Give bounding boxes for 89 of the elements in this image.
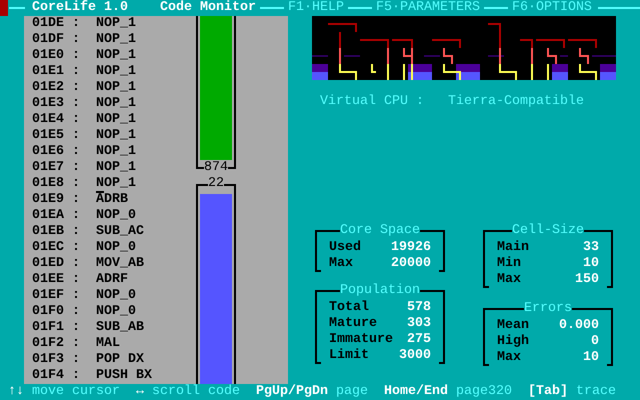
- stat-value: 19926: [391, 240, 431, 256]
- code-address: 01ED :: [32, 256, 81, 272]
- stat-label: Max: [329, 256, 353, 272]
- code-instruction[interactable]: ADRB: [96, 192, 128, 208]
- stat-label: Mature: [329, 316, 377, 332]
- key-hint: PgUp/PgDn: [256, 384, 328, 400]
- code-instruction[interactable]: NOP_1: [96, 96, 136, 112]
- code-instruction[interactable]: PUSH BX: [96, 368, 152, 384]
- stat-label: Used: [329, 240, 361, 256]
- code-address: 01DE :: [32, 16, 81, 32]
- stat-label: Max: [497, 350, 521, 366]
- code-instruction[interactable]: NOP_0: [96, 288, 136, 304]
- code-instruction[interactable]: NOP_1: [96, 80, 136, 96]
- stat-value: 578: [407, 300, 431, 316]
- key-hint: [Tab]: [528, 384, 568, 400]
- key-action: trace: [576, 384, 616, 400]
- code-instruction[interactable]: NOP_1: [96, 176, 136, 192]
- code-instruction[interactable]: SUB_AC: [96, 224, 144, 240]
- code-address: 01E1 :: [32, 64, 81, 80]
- stat-value: 10: [583, 350, 599, 366]
- stat-label: Min: [497, 256, 521, 272]
- stat-label: Max: [497, 272, 521, 288]
- code-address: 01E8 :: [32, 176, 81, 192]
- key-hint: ↔: [136, 384, 144, 400]
- code-address: 01E9 :: [32, 192, 81, 208]
- code-instruction[interactable]: NOP_1: [96, 32, 136, 48]
- code-instruction[interactable]: NOP_1: [96, 16, 136, 32]
- stat-value: 0.000: [559, 318, 599, 334]
- code-instruction[interactable]: NOP_1: [96, 64, 136, 80]
- app-title: CoreLife 1.0: [32, 0, 128, 16]
- stat-value: 20000: [391, 256, 431, 272]
- gauge-value: 874: [204, 160, 228, 176]
- code-address: 01EF :: [32, 288, 81, 304]
- code-address: 01E0 :: [32, 48, 81, 64]
- key-action: scroll code: [152, 384, 240, 400]
- code-address: 01E3 :: [32, 96, 81, 112]
- stat-value: 150: [575, 272, 599, 288]
- window-control[interactable]: [0, 0, 8, 16]
- box-title: Population: [340, 283, 420, 299]
- code-address: 01F2 :: [32, 336, 81, 352]
- gauge-value: 22: [208, 176, 224, 192]
- stat-value: 303: [407, 316, 431, 332]
- cpu-value: Tierra-Compatible: [448, 94, 584, 110]
- stat-label: Main: [497, 240, 529, 256]
- stat-label: Immature: [329, 332, 393, 348]
- code-address: 01DF :: [32, 32, 81, 48]
- window-title: Code Monitor: [160, 0, 256, 16]
- stat-value: 0: [591, 334, 599, 350]
- stat-value: 275: [407, 332, 431, 348]
- code-instruction[interactable]: NOP_0: [96, 304, 136, 320]
- stat-label: Mean: [497, 318, 529, 334]
- code-address: 01EB :: [32, 224, 81, 240]
- key-action: page320: [456, 384, 512, 400]
- stat-label: Limit: [329, 348, 369, 364]
- code-instruction[interactable]: ADRF: [96, 272, 128, 288]
- stat-label: High: [497, 334, 529, 350]
- code-address: 01F4 :: [32, 368, 81, 384]
- code-address: 01E2 :: [32, 80, 81, 96]
- key-action: page: [336, 384, 368, 400]
- stat-value: 3000: [399, 348, 431, 364]
- code-address: 01E4 :: [32, 112, 81, 128]
- stat-value: 10: [583, 256, 599, 272]
- code-instruction[interactable]: MAL: [96, 336, 120, 352]
- code-instruction[interactable]: NOP_1: [96, 144, 136, 160]
- box-title: Core Space: [340, 223, 420, 239]
- code-instruction[interactable]: NOP_1: [96, 160, 136, 176]
- code-address: 01EE :: [32, 272, 81, 288]
- code-instruction[interactable]: POP DX: [96, 352, 144, 368]
- code-address: 01F1 :: [32, 320, 81, 336]
- code-address: 01EA :: [32, 208, 81, 224]
- key-action: move cursor: [32, 384, 120, 400]
- code-address: 01F3 :: [32, 352, 81, 368]
- code-instruction[interactable]: NOP_1: [96, 128, 136, 144]
- code-instruction[interactable]: MOV_AB: [96, 256, 144, 272]
- code-instruction[interactable]: NOP_1: [96, 48, 136, 64]
- code-instruction[interactable]: NOP_0: [96, 208, 136, 224]
- code-instruction[interactable]: NOP_0: [96, 240, 136, 256]
- cpu-label: Virtual CPU :: [320, 94, 424, 110]
- code-address: 01E5 :: [32, 128, 81, 144]
- code-address: 01F0 :: [32, 304, 81, 320]
- code-instruction[interactable]: NOP_1: [96, 112, 136, 128]
- code-instruction[interactable]: SUB_AB: [96, 320, 144, 336]
- key-hint: ↑↓: [8, 384, 24, 400]
- stat-label: Total: [329, 300, 369, 316]
- stat-value: 33: [583, 240, 599, 256]
- key-hint: Home/End: [384, 384, 448, 400]
- code-address: 01E6 :: [32, 144, 81, 160]
- code-address: 01E7 :: [32, 160, 81, 176]
- code-address: 01EC :: [32, 240, 81, 256]
